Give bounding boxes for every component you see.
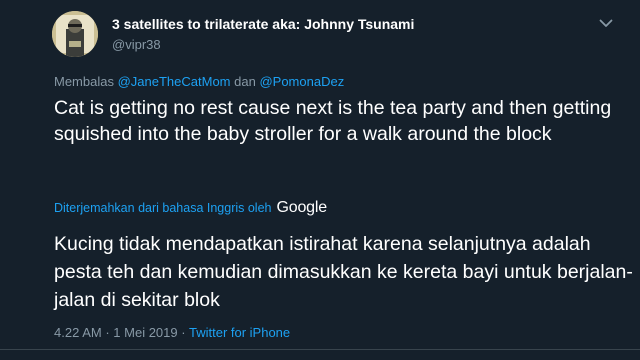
translation-attribution: Diterjemahkan dari bahasa Inggris oleh G… [54, 199, 327, 217]
translation-link[interactable]: Diterjemahkan dari bahasa Inggris oleh [54, 201, 272, 215]
translated-text: Kucing tidak mendapatkan istirahat karen… [54, 233, 633, 311]
avatar-image [52, 11, 98, 57]
meta-separator: · [105, 325, 110, 340]
meta-separator: · [181, 325, 186, 340]
replying-to-label: Membalas [54, 74, 114, 89]
author-handle[interactable]: @vipr38 [112, 37, 161, 52]
replying-to-joiner: dan [234, 74, 256, 89]
source-link[interactable]: Twitter for iPhone [189, 325, 290, 340]
mention-link[interactable]: @JaneTheCatMom [118, 74, 231, 89]
author-display-name[interactable]: 3 satellites to trilaterate aka: Johnny … [112, 16, 414, 32]
tweet-card: 3 satellites to trilaterate aka: Johnny … [0, 0, 640, 360]
chevron-down-icon [599, 19, 613, 27]
tweet-time[interactable]: 4.22 AM [54, 325, 102, 340]
tweet-text: Cat is getting no rest cause next is the… [54, 97, 612, 145]
tweet-date[interactable]: 1 Mei 2019 [113, 325, 177, 340]
more-options-button[interactable] [597, 16, 615, 30]
replying-to: Membalas @JaneTheCatMom dan @PomonaDez [54, 74, 344, 89]
tweet-meta: 4.22 AM · 1 Mei 2019 · Twitter for iPhon… [54, 325, 290, 340]
divider [0, 349, 640, 350]
google-logo: Google [276, 199, 328, 216]
avatar[interactable] [52, 11, 98, 57]
mention-link[interactable]: @PomonaDez [259, 74, 344, 89]
